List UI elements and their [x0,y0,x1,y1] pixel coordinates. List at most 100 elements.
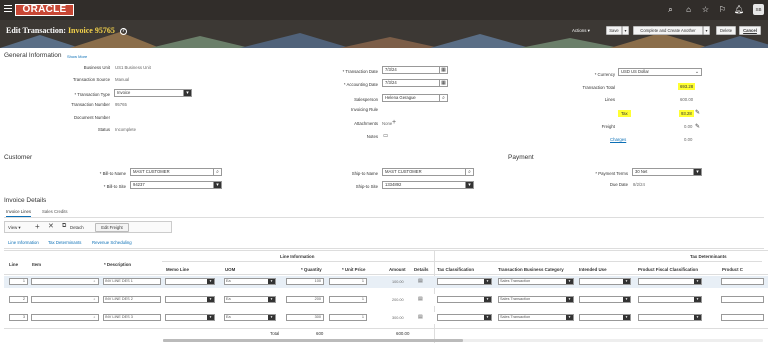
menu-icon[interactable] [4,5,12,14]
chevron-down-icon[interactable]: ▾ [694,297,701,302]
tax-classification-select[interactable]: ▾ [437,314,492,321]
subtab-tax-determinants[interactable]: Tax Determinants [48,240,81,245]
user-avatar[interactable]: SB [753,4,764,15]
memo-line-select[interactable]: ▾ [165,296,215,303]
scrollbar-thumb[interactable] [163,339,463,342]
line-number-input[interactable]: 2 [9,296,28,303]
transaction-business-category-select[interactable]: Sales Transaction ▾ [498,314,574,321]
product-fiscal-classification-select[interactable]: ▾ [638,296,702,303]
tax-classification-select[interactable]: ▾ [437,296,492,303]
edit-freight-pencil-icon[interactable]: ✎ [695,123,700,130]
notifications-bell-icon[interactable]: 🔔︎ [734,5,744,14]
unit-price-input[interactable]: 1 [329,296,367,303]
help-icon[interactable]: ? [119,28,127,35]
delete-row-icon[interactable]: ✕ [48,222,54,230]
actions-menu[interactable]: Actions ▾ [572,26,590,35]
payment-terms-select[interactable]: 30 Net ▾ [632,168,702,176]
add-attachment-icon[interactable]: + [392,119,396,126]
chevron-down-icon[interactable]: ▾ [693,169,701,175]
quantity-input[interactable]: 200 [286,296,324,303]
description-input[interactable]: INV LINE DES 1 [103,278,161,285]
chevron-down-icon[interactable]: ▾ [623,279,630,284]
delete-button[interactable]: Delete [716,26,736,35]
complete-dropdown-button[interactable]: ▾ [703,26,710,35]
chevron-down-icon[interactable]: ▾ [268,279,275,284]
search-icon[interactable]: ⌕ [91,297,98,302]
calendar-icon[interactable]: ▦ [439,67,447,73]
intended-use-select[interactable]: ▾ [579,296,631,303]
unit-price-input[interactable]: 1 [329,278,367,285]
bill-to-site-select[interactable]: 94237 ▾ [130,181,222,189]
save-dropdown-button[interactable]: ▾ [622,26,629,35]
description-input[interactable]: INV LINE DES 3 [103,314,161,321]
details-icon[interactable]: ▤ [418,278,423,284]
chevron-down-icon[interactable]: ▾ [207,315,214,320]
product-fiscal-classification-select[interactable]: ▾ [638,314,702,321]
subtab-line-information[interactable]: Line Information [8,240,39,245]
chevron-down-icon[interactable]: ▾ [268,297,275,302]
product-category-select[interactable] [721,296,764,303]
item-input[interactable]: ⌕ [31,296,99,303]
transaction-type-select[interactable]: Invoice ▾ [114,89,192,97]
calendar-icon[interactable]: ▦ [439,80,447,86]
show-more-link[interactable]: Show More [67,54,87,59]
description-input[interactable]: INV LINE DES 2 [103,296,161,303]
transaction-business-category-select[interactable]: Sales Transaction ▾ [498,296,574,303]
search-icon[interactable]: ⌕ [213,169,221,175]
save-button[interactable]: Save [606,26,622,35]
chevron-down-icon[interactable]: ▾ [484,315,491,320]
accounting-date-input[interactable]: 7/3/24 ▦ [382,79,448,87]
item-input[interactable]: ⌕ [31,314,99,321]
bill-to-name-input[interactable]: MAST CUSTOMER ⌕ [130,168,222,176]
complete-create-another-button[interactable]: Complete and Create Another [633,26,703,35]
flag-icon[interactable]: ⚐ [718,5,727,14]
uom-select[interactable]: Ea ▾ [224,314,276,321]
edit-tax-pencil-icon[interactable]: ✎ [695,109,700,116]
line-number-input[interactable]: 1 [9,278,28,285]
chevron-down-icon[interactable]: ▾ [694,315,701,320]
details-icon[interactable]: ▤ [418,314,423,320]
product-category-select[interactable] [721,314,764,321]
cancel-button[interactable]: Cancel [739,26,761,35]
add-row-icon[interactable]: + [35,222,40,231]
chevron-down-icon[interactable]: ▾ [484,279,491,284]
product-fiscal-classification-select[interactable]: ▾ [638,278,702,285]
chevron-down-icon[interactable]: ▾ [183,90,191,96]
edit-freight-button[interactable]: Edit Freight [95,223,129,232]
memo-line-select[interactable]: ▾ [165,278,215,285]
uom-select[interactable]: Ea ▾ [224,278,276,285]
chevron-down-icon[interactable]: ▾ [566,315,573,320]
search-icon[interactable]: ⌕ [91,279,98,284]
unit-price-input[interactable]: 1 [329,314,367,321]
subtab-revenue-scheduling[interactable]: Revenue Scheduling [92,240,132,245]
details-icon[interactable]: ▤ [418,296,423,302]
transaction-business-category-select[interactable]: Sales Transaction ▾ [498,278,574,285]
chevron-down-icon[interactable]: ▾ [623,315,630,320]
view-menu[interactable]: View ▾ [8,225,21,231]
search-icon[interactable]: ⌕ [91,315,98,320]
quantity-input[interactable]: 100 [286,278,324,285]
search-icon[interactable]: ⌕ [465,169,473,175]
memo-line-select[interactable]: ▾ [165,314,215,321]
transaction-date-input[interactable]: 7/3/24 ▦ [382,66,448,74]
currency-select[interactable]: USD US Dollar ⌄ [618,68,702,76]
product-category-select[interactable] [721,278,764,285]
charges-link[interactable]: Charges [610,137,626,142]
chevron-down-icon[interactable]: ▾ [484,297,491,302]
chevron-down-icon[interactable]: ⌄ [693,69,701,75]
line-number-input[interactable]: 3 [9,314,28,321]
tab-invoice-lines[interactable]: Invoice Lines [6,209,32,217]
intended-use-select[interactable]: ▾ [579,314,631,321]
tax-classification-select[interactable]: ▾ [437,278,492,285]
favorites-star-icon[interactable]: ☆ [701,5,710,14]
tab-sales-credits[interactable]: Sales Credits [42,209,68,214]
chevron-down-icon[interactable]: ▾ [207,297,214,302]
chevron-down-icon[interactable]: ▾ [566,297,573,302]
notes-icon[interactable]: ▭ [383,133,388,139]
ship-to-name-input[interactable]: MAST CUSTOMER ⌕ [382,168,474,176]
chevron-down-icon[interactable]: ▾ [623,297,630,302]
chevron-down-icon[interactable]: ▾ [213,182,221,188]
quantity-input[interactable]: 300 [286,314,324,321]
search-icon[interactable]: ⌕ [666,5,675,14]
chevron-down-icon[interactable]: ▾ [694,279,701,284]
